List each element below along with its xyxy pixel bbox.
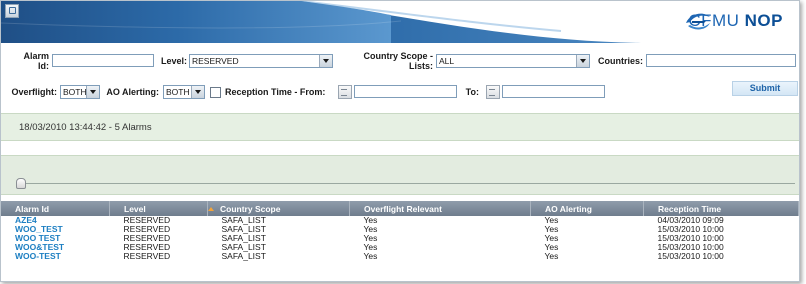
- reception-time-from-input[interactable]: [354, 85, 457, 98]
- overflight-select[interactable]: BOTH: [60, 85, 100, 99]
- banner-background: [1, 1, 799, 43]
- country-scope-cell: SAFA_LIST: [221, 251, 266, 261]
- reception-time-to-label: To:: [465, 87, 479, 97]
- column-header-reception-time[interactable]: Reception Time: [643, 201, 799, 216]
- column-header-ao-alerting[interactable]: AO Alerting: [530, 201, 644, 216]
- reception-time-from-label: Reception Time - From:: [225, 87, 326, 97]
- timeline-slider-handle[interactable]: [16, 178, 26, 189]
- chevron-down-icon[interactable]: [86, 86, 99, 98]
- level-label: Level:: [160, 56, 187, 66]
- column-header-overflight-relevant[interactable]: Overflight Relevant: [349, 201, 531, 216]
- table-header-row: Alarm Id Level Country Scope Overflight …: [1, 201, 799, 216]
- ao-alerting-select-value: BOTH: [166, 87, 190, 97]
- ao-alerting-select[interactable]: BOTH: [163, 85, 205, 99]
- chevron-down-icon[interactable]: [319, 55, 332, 67]
- alarm-id-link[interactable]: WOO-TEST: [1, 252, 110, 261]
- ao-alerting-label: AO Alerting:: [106, 87, 159, 97]
- submit-button[interactable]: Submit: [732, 81, 798, 96]
- level-select-value: RESERVED: [192, 56, 239, 66]
- calendar-icon[interactable]: [338, 85, 352, 99]
- calendar-icon[interactable]: [486, 85, 500, 99]
- cfmu-swoosh-icon: [686, 13, 711, 30]
- chevron-down-icon[interactable]: [191, 86, 204, 98]
- alarm-count-status: 18/03/2010 13:44:42 - 5 Alarms: [19, 122, 152, 133]
- level-select[interactable]: RESERVED: [189, 54, 333, 68]
- table-row[interactable]: WOO-TEST RESERVED SAFA_LIST Yes Yes 15/0…: [1, 252, 799, 261]
- reception-time-to-input[interactable]: [502, 85, 605, 98]
- alarm-id-label: Alarm Id:: [23, 51, 49, 71]
- country-scope-select-value: ALL: [439, 56, 455, 66]
- logo-text-bold: NOP: [744, 11, 783, 30]
- timeline-panel: [1, 155, 799, 195]
- alarms-table: Alarm Id Level Country Scope Overflight …: [1, 201, 799, 261]
- reception-time-checkbox[interactable]: [210, 87, 221, 98]
- column-header-level[interactable]: Level: [109, 201, 208, 216]
- column-header-country-scope[interactable]: Country Scope: [207, 201, 350, 216]
- sort-ascending-icon: [208, 207, 214, 212]
- column-header-level-label: Level: [124, 203, 146, 214]
- column-header-alarm-id[interactable]: Alarm Id: [1, 201, 110, 216]
- countries-input[interactable]: [646, 54, 796, 67]
- column-header-country-scope-label: Country Scope: [220, 203, 281, 214]
- app-window-icon[interactable]: [5, 4, 19, 18]
- alarm-id-input[interactable]: [52, 54, 154, 67]
- country-scope-label: Country Scope - Lists:: [363, 51, 433, 71]
- overflight-relevant-cell: Yes: [363, 251, 378, 261]
- chevron-down-icon[interactable]: [576, 55, 589, 67]
- header-banner: CFMU NOP: [1, 1, 799, 43]
- ao-alerting-cell: Yes: [544, 251, 559, 261]
- overflight-label: Overflight:: [11, 87, 57, 97]
- reception-time-cell: 15/03/2010 10:00: [657, 251, 724, 261]
- cfmu-nop-logo: CFMU NOP: [684, 11, 783, 31]
- level-cell: RESERVED: [123, 251, 171, 261]
- timeline-track[interactable]: [17, 183, 795, 184]
- country-scope-select[interactable]: ALL: [436, 54, 590, 68]
- application-window: CFMU NOP Alarm Id: Level: RESERVED Count…: [0, 0, 800, 282]
- overflight-select-value: BOTH: [63, 87, 87, 97]
- status-bar: 18/03/2010 13:44:42 - 5 Alarms: [1, 113, 799, 141]
- countries-label: Countries:: [598, 56, 643, 66]
